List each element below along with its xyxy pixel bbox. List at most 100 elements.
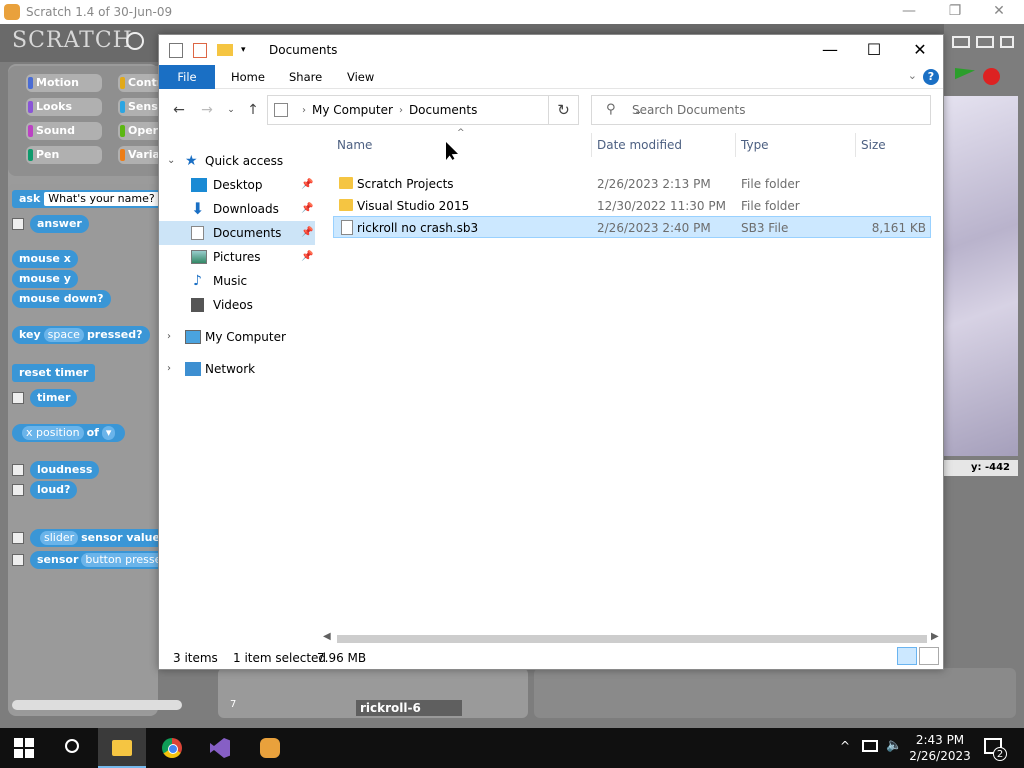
pin-icon[interactable]: 📌 — [301, 173, 313, 197]
attribute-dropdown[interactable]: x position — [22, 426, 84, 440]
scroll-left-arrow-icon[interactable]: ◀ — [323, 631, 331, 642]
pin-icon[interactable]: 📌 — [301, 221, 313, 245]
sensor-pressed-checkbox[interactable] — [12, 554, 24, 566]
ask-block[interactable]: ask What's your name? — [12, 190, 158, 208]
expand-ribbon-chevron-icon[interactable]: ⌄ — [908, 69, 917, 82]
category-pen[interactable]: Pen — [26, 146, 102, 164]
tab-file[interactable]: File — [159, 65, 215, 89]
loudness-block[interactable]: loudness — [30, 461, 100, 479]
volume-icon[interactable]: 🔈 — [886, 738, 902, 753]
loudness-checkbox[interactable] — [12, 464, 24, 476]
pin-icon[interactable]: 📌 — [301, 245, 313, 269]
column-header-name[interactable]: Name — [337, 137, 372, 153]
scroll-right-arrow-icon[interactable]: ▶ — [931, 631, 939, 642]
file-row[interactable]: Scratch Projects 2/26/2023 2:13 PM File … — [333, 173, 931, 195]
large-icons-view-icon[interactable] — [919, 647, 939, 665]
refresh-icon[interactable]: ↻ — [549, 95, 579, 125]
explorer-minimize-button[interactable]: — — [807, 35, 853, 65]
sensor-value-block[interactable]: slider sensor value — [30, 529, 158, 547]
normal-stage-icon[interactable] — [976, 36, 994, 48]
scratch-minimize-button[interactable]: — — [886, 0, 932, 24]
column-header-type[interactable]: Type — [741, 137, 769, 153]
sensor-pressed-block[interactable]: sensorbutton pressed — [30, 551, 158, 569]
tab-home[interactable]: Home — [219, 65, 277, 89]
search-input[interactable] — [630, 100, 920, 120]
recent-locations-chevron-icon[interactable]: ⌄ — [221, 100, 241, 120]
taskbar-search-button[interactable] — [48, 728, 96, 768]
answer-checkbox[interactable] — [12, 218, 24, 230]
breadcrumb-separator-icon[interactable]: › — [399, 105, 403, 116]
new-folder-icon[interactable] — [217, 44, 233, 56]
mouse-down-block[interactable]: mouse down? — [12, 290, 111, 308]
tab-view[interactable]: View — [335, 65, 386, 89]
nav-pictures[interactable]: Pictures 📌 — [159, 245, 315, 269]
reset-timer-block[interactable]: reset timer — [12, 364, 96, 382]
timer-block[interactable]: timer — [30, 389, 78, 407]
key-pressed-block[interactable]: key space pressed? — [12, 326, 150, 344]
system-clock[interactable]: 2:43 PM 2/26/2023 — [906, 732, 974, 764]
breadcrumb-documents[interactable]: Documents — [409, 103, 477, 117]
nav-videos[interactable]: Videos — [159, 293, 315, 317]
sensor-dropdown[interactable]: slider — [40, 531, 79, 545]
presentation-mode-icon[interactable] — [1000, 36, 1014, 48]
scratch-restore-button[interactable]: ❐ — [932, 0, 978, 24]
collapsed-chevron-icon[interactable]: › — [167, 357, 171, 381]
search-box[interactable]: ⚲ — [591, 95, 931, 125]
taskbar-scratch[interactable] — [246, 728, 294, 768]
taskbar-visual-studio[interactable] — [196, 728, 244, 768]
button-dropdown[interactable]: button pressed — [81, 553, 158, 567]
sprite-dropdown[interactable]: ▾ — [101, 426, 116, 440]
sprite-name-label[interactable]: rickroll-6 — [356, 700, 462, 716]
taskbar-chrome[interactable] — [148, 728, 196, 768]
category-sound[interactable]: Sound — [26, 122, 102, 140]
timer-checkbox[interactable] — [12, 392, 24, 404]
explorer-close-button[interactable]: ✕ — [897, 35, 943, 65]
nav-documents[interactable]: Documents 📌 — [159, 221, 315, 245]
nav-music[interactable]: ♪ Music — [159, 269, 315, 293]
properties-icon[interactable] — [169, 42, 183, 58]
column-divider[interactable] — [591, 133, 592, 157]
details-view-icon[interactable] — [897, 647, 917, 665]
nav-network[interactable]: › Network — [159, 357, 315, 381]
expanded-chevron-icon[interactable]: ⌄ — [167, 149, 175, 173]
nav-my-computer[interactable]: › My Computer — [159, 325, 315, 349]
loud-block[interactable]: loud? — [30, 481, 78, 499]
explorer-maximize-button[interactable]: ☐ — [851, 35, 897, 65]
help-icon[interactable]: ? — [923, 69, 939, 85]
mouse-x-block[interactable]: mouse x — [12, 250, 78, 268]
start-button[interactable] — [0, 728, 48, 768]
ask-input[interactable]: What's your name? — [44, 192, 158, 206]
palette-scrollbar[interactable] — [12, 700, 182, 710]
back-arrow-icon[interactable]: ← — [169, 100, 189, 120]
mouse-y-block[interactable]: mouse y — [12, 270, 78, 288]
tab-share[interactable]: Share — [277, 65, 334, 89]
customize-toolbar-chevron-icon[interactable]: ▾ — [241, 45, 246, 55]
horizontal-scrollbar[interactable]: ◀ ▶ — [321, 631, 943, 647]
small-stage-icon[interactable] — [952, 36, 970, 48]
column-divider[interactable] — [855, 133, 856, 157]
breadcrumb-separator-icon[interactable]: › — [302, 105, 306, 116]
nav-quick-access[interactable]: ⌄ ★ Quick access — [159, 149, 315, 173]
stop-icon[interactable] — [983, 68, 1000, 85]
column-divider[interactable] — [735, 133, 736, 157]
scratch-close-button[interactable]: ✕ — [976, 0, 1022, 24]
nav-downloads[interactable]: ⬇ Downloads 📌 — [159, 197, 315, 221]
nav-desktop[interactable]: Desktop 📌 — [159, 173, 315, 197]
pin-icon[interactable]: 📌 — [301, 197, 313, 221]
loud-checkbox[interactable] — [12, 484, 24, 496]
column-header-size[interactable]: Size — [861, 137, 886, 153]
network-icon[interactable] — [862, 740, 878, 752]
globe-icon[interactable] — [126, 32, 144, 50]
address-bar[interactable]: › My Computer › Documents ⌄ — [267, 95, 642, 125]
category-looks[interactable]: Looks — [26, 98, 102, 116]
key-dropdown[interactable]: space — [43, 328, 84, 342]
stage-canvas[interactable] — [944, 96, 1018, 456]
column-header-date-modified[interactable]: Date modified — [597, 137, 682, 153]
sensor-value-checkbox[interactable] — [12, 532, 24, 544]
collapsed-chevron-icon[interactable]: › — [167, 325, 171, 349]
position-of-block[interactable]: x position of ▾ — [12, 424, 126, 442]
file-row[interactable]: Visual Studio 2015 12/30/2022 11:30 PM F… — [333, 195, 931, 217]
checkmark-icon[interactable] — [193, 42, 207, 58]
breadcrumb-my-computer[interactable]: My Computer — [312, 103, 393, 117]
show-hidden-icons-chevron-icon[interactable]: ^ — [840, 739, 850, 753]
